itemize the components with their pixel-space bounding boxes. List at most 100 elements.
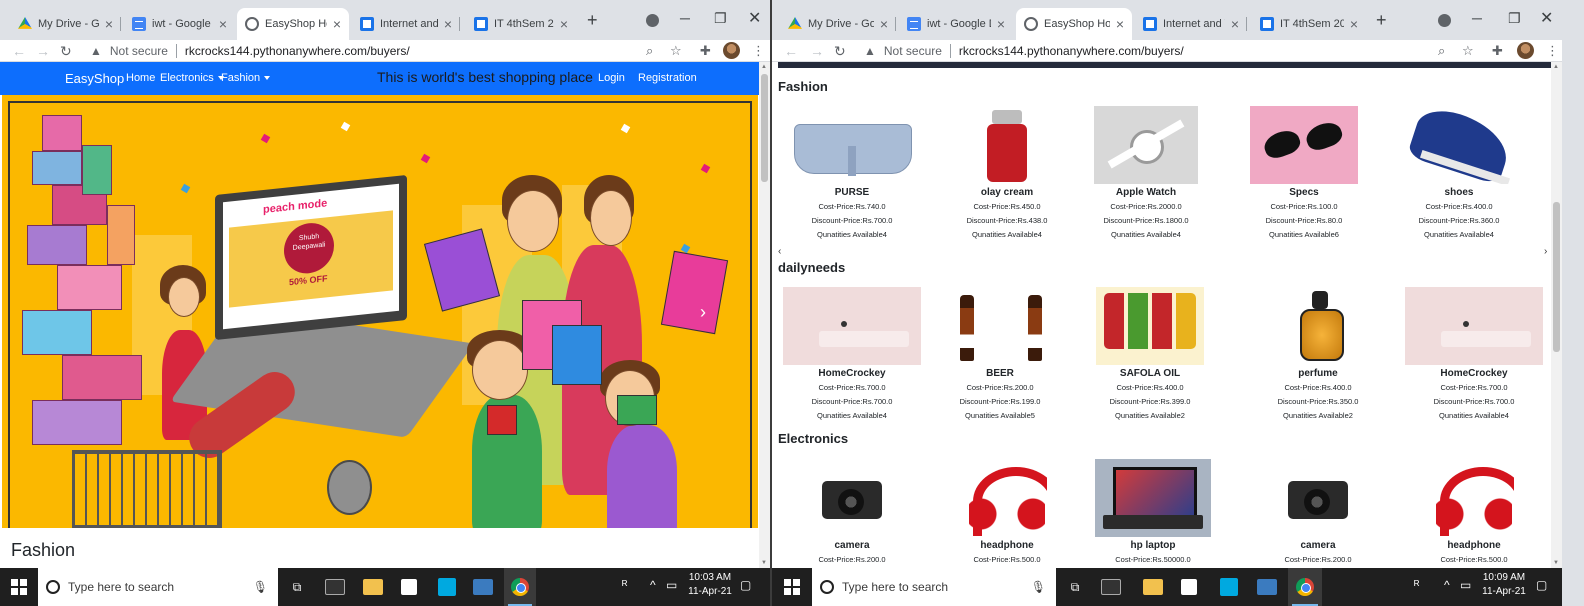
product-image[interactable] xyxy=(938,287,1062,365)
product-card[interactable]: olay cream Cost-Price:Rs.450.0 Discount-… xyxy=(932,106,1082,242)
skype-app-icon[interactable] xyxy=(434,568,460,606)
chrome-taskbar-button[interactable] xyxy=(504,568,536,606)
chevron-up-icon[interactable]: ^ xyxy=(650,578,656,592)
product-card[interactable]: shoes Cost-Price:Rs.400.0 Discount-Price… xyxy=(1384,106,1534,242)
reload-icon[interactable]: ↻ xyxy=(834,43,846,60)
taskbar-search-box[interactable]: Type here to search 🎙 xyxy=(38,568,278,606)
tab-it-4thsem[interactable]: IT 4thSem 2020 × xyxy=(466,8,576,40)
close-icon[interactable]: × xyxy=(1116,16,1124,32)
carousel-prev-icon[interactable]: ‹ xyxy=(778,246,781,257)
python-app-icon[interactable] xyxy=(1254,568,1280,606)
forward-icon[interactable]: → xyxy=(36,43,50,59)
product-card[interactable]: Apple Watch Cost-Price:Rs.2000.0 Discoun… xyxy=(1071,106,1221,242)
close-icon[interactable]: × xyxy=(333,16,341,32)
extensions-icon[interactable]: ✚ xyxy=(1492,43,1503,59)
product-card[interactable]: camera Cost-Price:Rs.200.0 xyxy=(1243,459,1393,567)
taskbar-search-box[interactable]: Type here to search 🎙 xyxy=(812,568,1056,606)
tab-it-4thsem[interactable]: IT 4thSem 2020 × xyxy=(1252,8,1366,40)
close-icon[interactable]: × xyxy=(444,16,452,32)
zoom-icon[interactable]: ⌕ xyxy=(1438,43,1445,59)
minimize-button[interactable]: ─ xyxy=(680,10,690,26)
nav-electronics[interactable]: Electronics xyxy=(160,72,224,84)
tab-my-drive[interactable]: My Drive - Goog × xyxy=(10,8,121,40)
close-icon[interactable]: × xyxy=(1231,16,1239,32)
nav-home[interactable]: Home xyxy=(126,72,155,84)
tab-easyshop-home[interactable]: EasyShop Home × xyxy=(237,8,349,40)
start-button[interactable] xyxy=(0,568,38,606)
product-image[interactable] xyxy=(1405,106,1513,184)
window-close-button[interactable]: ✕ xyxy=(748,8,761,28)
product-card[interactable]: HomeCrockey Cost-Price:Rs.700.0 Discount… xyxy=(777,287,927,423)
close-icon[interactable]: × xyxy=(997,16,1005,32)
product-card[interactable]: perfume Cost-Price:Rs.400.0 Discount-Pri… xyxy=(1243,287,1393,423)
store-app-icon[interactable] xyxy=(396,568,422,606)
microphone-icon[interactable]: 🎙 xyxy=(1031,580,1046,594)
address-bar[interactable]: ▲ Not secure rkcrocks144.pythonanywhere.… xyxy=(864,40,1184,62)
close-icon[interactable]: × xyxy=(105,16,113,32)
back-icon[interactable]: ← xyxy=(784,43,798,59)
close-icon[interactable]: × xyxy=(219,16,227,32)
bookmark-star-icon[interactable]: ☆ xyxy=(670,43,682,59)
page-scrollbar[interactable]: ▲ ▼ xyxy=(759,62,770,568)
product-image[interactable] xyxy=(1264,287,1372,365)
product-card[interactable]: PURSE Cost-Price:Rs.740.0 Discount-Price… xyxy=(777,106,927,242)
brand-link[interactable]: EasyShop xyxy=(65,71,124,86)
file-explorer-icon[interactable] xyxy=(1140,568,1166,606)
back-icon[interactable]: ← xyxy=(12,43,26,59)
product-card[interactable]: camera Cost-Price:Rs.200.0 xyxy=(777,459,927,567)
nav-login[interactable]: Login xyxy=(598,72,625,84)
terminal-app-icon[interactable] xyxy=(1098,568,1124,606)
product-image[interactable] xyxy=(1094,106,1198,184)
new-tab-button[interactable]: + xyxy=(587,10,598,31)
product-image[interactable] xyxy=(957,106,1057,184)
task-view-icon[interactable]: ⧉ xyxy=(1062,568,1088,606)
restore-button[interactable]: ❐ xyxy=(714,10,727,27)
tab-search-icon[interactable] xyxy=(1438,14,1451,27)
file-explorer-icon[interactable] xyxy=(360,568,386,606)
product-card[interactable]: hp laptop Cost-Price:Rs.50000.0 xyxy=(1078,459,1228,567)
notifications-icon[interactable]: ▢ xyxy=(740,578,751,592)
reload-icon[interactable]: ↻ xyxy=(60,43,72,60)
zoom-icon[interactable]: ⌕ xyxy=(646,43,653,59)
tab-easyshop-home[interactable]: EasyShop Home × xyxy=(1016,8,1132,40)
tab-iwt-doc[interactable]: iwt - Google Do × xyxy=(124,8,235,40)
python-app-icon[interactable] xyxy=(470,568,496,606)
profile-avatar[interactable] xyxy=(723,42,740,59)
product-card[interactable]: Specs Cost-Price:Rs.100.0 Discount-Price… xyxy=(1229,106,1379,242)
product-image[interactable] xyxy=(788,106,916,184)
product-image[interactable] xyxy=(1282,459,1354,537)
close-icon[interactable]: × xyxy=(1350,16,1358,32)
product-card[interactable]: headphone Cost-Price:Rs.500.0 xyxy=(932,459,1082,567)
product-card[interactable]: BEER Cost-Price:Rs.200.0 Discount-Price:… xyxy=(925,287,1075,423)
product-card[interactable]: HomeCrockey Cost-Price:Rs.700.0 Discount… xyxy=(1399,287,1549,423)
close-icon[interactable]: × xyxy=(560,16,568,32)
system-clock[interactable]: 10:03 AM 11-Apr-21 xyxy=(684,571,736,599)
product-image[interactable] xyxy=(816,459,888,537)
nav-registration[interactable]: Registration xyxy=(638,72,697,84)
start-button[interactable] xyxy=(772,568,812,606)
terminal-app-icon[interactable] xyxy=(322,568,348,606)
minimize-button[interactable]: ─ xyxy=(1472,10,1482,26)
people-icon[interactable]: ᴿ xyxy=(622,578,627,592)
product-image[interactable] xyxy=(1405,287,1543,365)
microphone-icon[interactable]: 🎙 xyxy=(253,580,268,594)
forward-icon[interactable]: → xyxy=(810,43,824,59)
store-app-icon[interactable] xyxy=(1176,568,1202,606)
people-icon[interactable]: ᴿ xyxy=(1414,578,1419,592)
system-clock[interactable]: 10:09 AM 11-Apr-21 xyxy=(1478,571,1530,599)
product-image[interactable] xyxy=(967,459,1047,537)
network-icon[interactable]: ▭ xyxy=(666,578,677,592)
address-bar[interactable]: ▲ Not secure rkcrocks144.pythonanywhere.… xyxy=(90,40,410,62)
product-card[interactable]: headphone Cost-Price:Rs.500.0 xyxy=(1399,459,1549,567)
task-view-icon[interactable]: ⧉ xyxy=(284,568,310,606)
notifications-icon[interactable]: ▢ xyxy=(1536,578,1547,592)
tab-search-icon[interactable] xyxy=(646,14,659,27)
tab-iwt-doc[interactable]: iwt - Google Do × xyxy=(899,8,1013,40)
tab-internet-web[interactable]: Internet and We × xyxy=(1135,8,1247,40)
chrome-taskbar-button[interactable] xyxy=(1288,568,1322,606)
new-tab-button[interactable]: + xyxy=(1376,10,1387,31)
carousel-next-icon[interactable]: › xyxy=(1544,246,1547,257)
product-card[interactable]: SAFOLA OIL Cost-Price:Rs.400.0 Discount-… xyxy=(1075,287,1225,423)
bookmark-star-icon[interactable]: ☆ xyxy=(1462,43,1474,59)
chevron-up-icon[interactable]: ^ xyxy=(1444,578,1450,592)
